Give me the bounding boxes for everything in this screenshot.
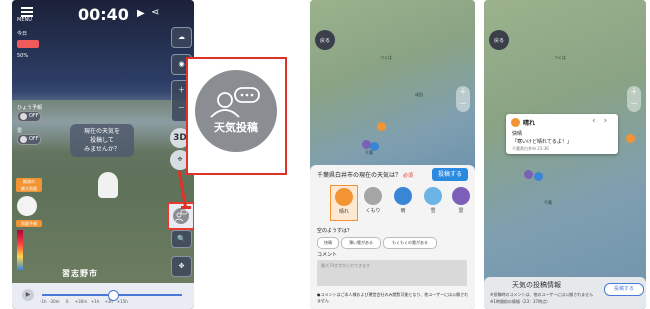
post-info-footer: 天気の投稿情報 投稿する ※投稿時のコメントは、他のユーザーには公開されません … [484, 277, 646, 309]
post-button-pill[interactable]: 投稿する [604, 283, 644, 296]
weather-layer-button[interactable]: ☁ [171, 27, 192, 48]
tooltip-weather: 晴れ [523, 120, 536, 127]
phone-screen-post-form: 戻る ＋－ つくば 成田 千葉 千葉県白井市の現在の天気は？ 必須 投稿する 晴… [310, 0, 475, 309]
thunder-toggle[interactable]: OFF [17, 134, 41, 145]
timeline-tick-labels: -1h -30m 0 +30m +1h +3h +15h [40, 299, 128, 304]
timeline-bar: ▶ -1h -30m 0 +30m +1h +3h +15h [12, 283, 194, 309]
map-zoom-control[interactable]: ＋－ [456, 86, 470, 112]
rain-icon [394, 187, 412, 205]
rain-legend-bar [17, 230, 23, 270]
footer-title: 天気の投稿情報 [512, 281, 561, 289]
post-suggestion-bubble[interactable]: 現在の天気を 投稿して みませんか？ [70, 124, 134, 157]
max-rain-badge[interactable]: 観測の 最大雨量 [16, 178, 42, 192]
footer-note-1: ※投稿時のコメントは、他のユーザーには公開されません [490, 292, 594, 297]
map-zoom-control[interactable]: ＋－ [627, 86, 641, 112]
map-label: つくば [380, 55, 392, 60]
hail-toggle-label: ひょう予報 [17, 105, 43, 111]
weather-option-snow[interactable]: 雪 [420, 185, 446, 219]
submit-post-button[interactable]: 投稿する [432, 168, 468, 181]
sun-icon [335, 188, 353, 206]
map-label: つくば [554, 55, 566, 60]
sky-chip-puffy-clouds[interactable]: もくもくの雲がある [383, 237, 437, 249]
weather-option-thunder[interactable]: 雷 [448, 185, 474, 219]
mascot-avatar[interactable] [17, 196, 37, 216]
hail-toggle[interactable]: OFF [17, 111, 41, 122]
phone-screen-radar: MENU 00:40 ▶ ⋖ 今日 50% ☁ ◉ ＋－ ひょう予報 OFF 雷… [12, 0, 194, 309]
post-form-panel: 千葉県白井市の現在の天気は？ 必須 投稿する 晴れ くもり 雨 雪 雷 空のよう… [310, 165, 475, 309]
umbrella-icon [17, 40, 39, 48]
sky-question: 空のようすは？ [317, 228, 353, 234]
tooltip-meta: 千葉県白井市 23:36 [512, 146, 549, 151]
map-label: 成田 [415, 92, 423, 97]
weather-post-icon-zoom: 天気投稿 [195, 70, 277, 152]
sky-chip-thin-clouds[interactable]: 薄い雲がある [341, 237, 381, 249]
sun-icon [511, 118, 520, 127]
footer-note-2: ※1時間前の情報（23：37時点） [490, 299, 551, 304]
map-pin-sunny[interactable] [626, 134, 635, 143]
rain-forecast-badge[interactable]: 雨量予報 [16, 220, 42, 227]
weather-post-icon [173, 208, 189, 224]
map-pin-thunder[interactable] [524, 170, 533, 179]
thunder-icon [452, 187, 470, 205]
weather-option-cloudy[interactable]: くもり [360, 185, 386, 219]
tooltip-nav-arrows[interactable]: ‹› [592, 116, 615, 126]
map-label: 千葉 [544, 200, 552, 205]
tooltip-sky: 快晴 [512, 131, 523, 137]
map-background [310, 0, 475, 170]
weather-option-rain[interactable]: 雨 [390, 185, 416, 219]
callout-label: 天気投稿 [214, 121, 258, 134]
map-pin-sunny[interactable] [377, 122, 386, 131]
forecast-time: 00:40 [78, 5, 129, 24]
map-city-label: 習志野市 [62, 269, 98, 278]
phone-screen-post-result: 戻る ＋－ つくば 千葉 晴れ ‹› 快晴 「寒いけど晴れてるよ！」 千葉県白井… [484, 0, 646, 309]
menu-label: MENU [17, 17, 32, 23]
callout-connector-bottom [181, 206, 191, 209]
thunder-toggle-label: 雷 [17, 128, 23, 134]
weather-option-sunny[interactable]: 晴れ [330, 185, 358, 221]
cloud-icon [364, 187, 382, 205]
sky-chip-clear[interactable]: 快晴 [317, 237, 339, 249]
search-icon[interactable]: 🔍 [171, 230, 192, 248]
play-icon[interactable]: ▶ [137, 8, 145, 19]
back-button[interactable]: 戻る [489, 30, 509, 50]
mascot-character [98, 172, 118, 198]
tooltip-comment: 「寒いけど晴れてるよ！」 [512, 139, 572, 145]
privacy-note: ●コメントはご本人様および運営会社のみ閲覧可能となり、他ユーザーには公開されませ… [317, 292, 469, 303]
share-icon[interactable]: ⋖ [151, 7, 159, 18]
current-location-button[interactable]: ✥ [171, 256, 192, 277]
precip-chance: 50% [17, 53, 29, 59]
person-speech-icon [210, 87, 260, 118]
comment-input[interactable]: 最大70文字が入力できます [317, 260, 467, 286]
form-question: 千葉県白井市の現在の天気は？ 必須 [317, 172, 413, 179]
map-background [484, 0, 646, 309]
map-pin-rain[interactable] [370, 142, 379, 151]
post-detail-tooltip[interactable]: 晴れ ‹› 快晴 「寒いけど晴れてるよ！」 千葉県白井市 23:36 [506, 114, 618, 154]
comment-label: コメント [317, 252, 338, 258]
today-label: 今日 [17, 31, 28, 37]
timeline-play-icon[interactable]: ▶ [22, 289, 34, 301]
back-button[interactable]: 戻る [315, 30, 335, 50]
map-pin-rain[interactable] [534, 172, 543, 181]
snow-icon [424, 187, 442, 205]
map-label: 千葉 [365, 150, 373, 155]
